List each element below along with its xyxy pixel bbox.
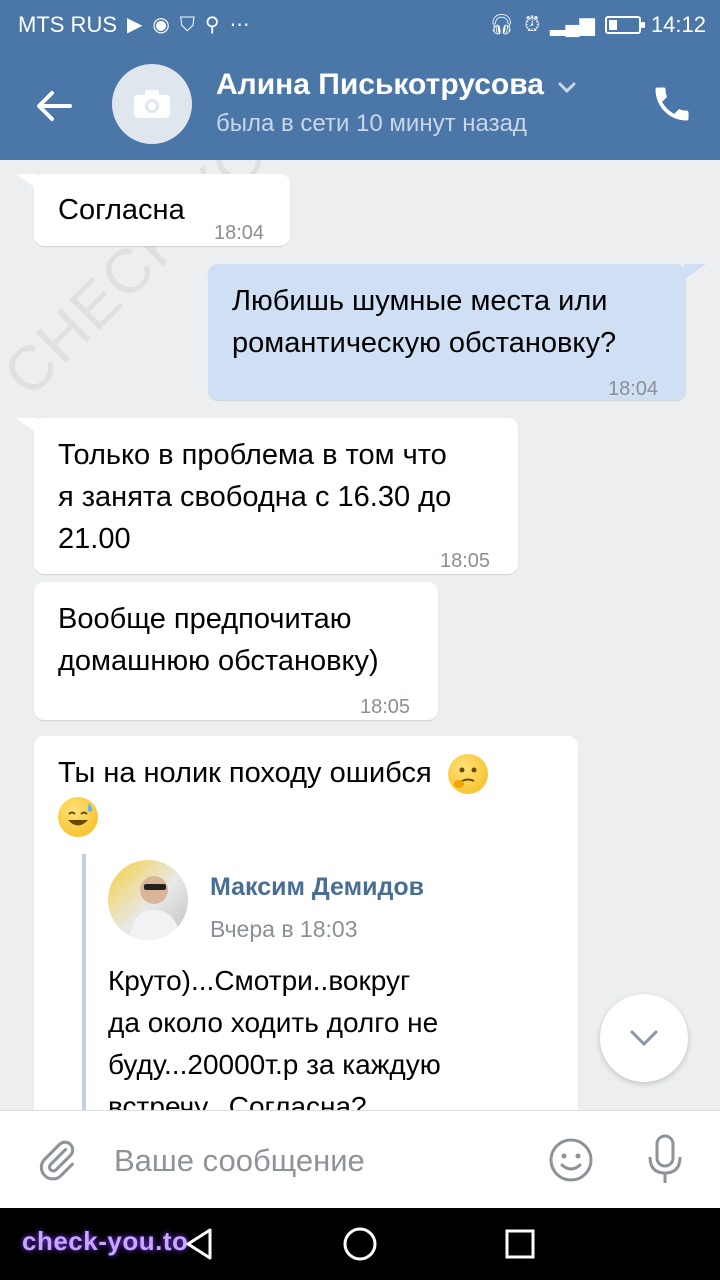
attach-button[interactable]: [34, 1137, 80, 1183]
message-text-content: Ты на нолик походу ошибся: [58, 757, 432, 789]
message-text: Вообще предпочитаю домашнюю обстановку): [58, 603, 379, 677]
phone-icon: [655, 87, 689, 121]
battery-fill: [608, 20, 617, 30]
camera-icon: [134, 90, 170, 118]
bubble-tail: [684, 264, 706, 280]
call-button[interactable]: [650, 82, 694, 126]
message-bubble-incoming[interactable]: Ты на нолик походу ошибся Максим Демидов…: [34, 736, 578, 1110]
site-watermark: check-you.to: [22, 1226, 189, 1256]
forward-bar: [82, 854, 86, 1110]
system-nav-bar: check-you.to: [0, 1208, 720, 1280]
search-icon: ⚲: [204, 14, 220, 36]
nav-home-icon[interactable]: [342, 1226, 378, 1262]
message-time: 18:04: [608, 378, 659, 400]
message-list[interactable]: CHECK-YOU.ME Согласна 18:04 Любишь шумны…: [0, 160, 720, 1110]
microphone-icon: [648, 1134, 682, 1183]
emoji-button[interactable]: [548, 1137, 594, 1183]
chat-header: Алина Писькотрусова была в сети 10 минут…: [0, 50, 720, 160]
headphones-icon: 🎧︎: [489, 14, 515, 36]
message-time: 18:04: [214, 222, 265, 244]
status-bar: MTS RUS ▶ ◉ ⛉ ⚲ ⋯ 🎧︎ ⏰︎ ▂▄▆ 14:12: [0, 0, 720, 50]
alarm-icon: ⏰︎: [524, 14, 540, 36]
shield-icon: ⛉: [179, 14, 195, 36]
message-bubble-incoming[interactable]: Вообще предпочитаю домашнюю обстановку) …: [34, 582, 438, 720]
contact-status: была в сети 10 минут назад: [216, 110, 527, 137]
message-bubble-incoming[interactable]: Только в проблема в том что я занята сво…: [34, 418, 518, 574]
forward-author-avatar[interactable]: [108, 860, 188, 940]
message-text: Только в проблема в том что я занята сво…: [58, 439, 452, 555]
forward-author-name[interactable]: Максим Демидов: [210, 866, 424, 908]
forward-date: Вчера в 18:03: [210, 916, 358, 942]
app-notification-icon: ◉: [152, 14, 170, 36]
contact-avatar[interactable]: [112, 64, 192, 144]
voice-message-button[interactable]: [642, 1133, 688, 1187]
message-bubble-incoming[interactable]: Согласна 18:04: [34, 174, 290, 246]
message-text: Ты на нолик походу ошибся: [58, 752, 558, 837]
carrier-label: MTS RUS: [18, 12, 117, 37]
message-input[interactable]: [114, 1139, 534, 1183]
chevron-down-icon[interactable]: [556, 76, 578, 98]
message-time: 18:05: [440, 550, 491, 572]
user-photo-icon: [128, 876, 180, 940]
nav-recents-icon[interactable]: [504, 1228, 536, 1260]
smiley-icon: [549, 1138, 593, 1182]
message-composer: [0, 1110, 720, 1208]
more-icon: ⋯: [229, 14, 250, 36]
chevron-down-icon: [630, 1030, 658, 1047]
message-text: Согласна: [58, 194, 185, 226]
play-icon: ▶: [127, 14, 143, 36]
nav-back-icon[interactable]: [182, 1226, 218, 1262]
back-button[interactable]: [30, 82, 78, 130]
sweat-smile-icon: [58, 796, 98, 837]
message-bubble-outgoing[interactable]: Любишь шумные места или романтическую об…: [208, 264, 686, 400]
back-arrow-icon: [37, 91, 72, 121]
contact-name[interactable]: Алина Писькотрусова: [216, 68, 544, 102]
forward-text: Круто)...Смотри..вокруг да около ходить …: [108, 965, 441, 1110]
message-text: Любишь шумные места или романтическую об…: [232, 285, 617, 359]
message-time: 18:05: [360, 696, 411, 718]
thinking-face-icon: [447, 754, 488, 795]
scroll-down-button[interactable]: [600, 994, 688, 1082]
clock: 14:12: [650, 12, 706, 37]
battery-icon: [604, 16, 645, 34]
paperclip-icon: [39, 1140, 75, 1181]
signal-icon: ▂▄▆: [550, 14, 595, 36]
